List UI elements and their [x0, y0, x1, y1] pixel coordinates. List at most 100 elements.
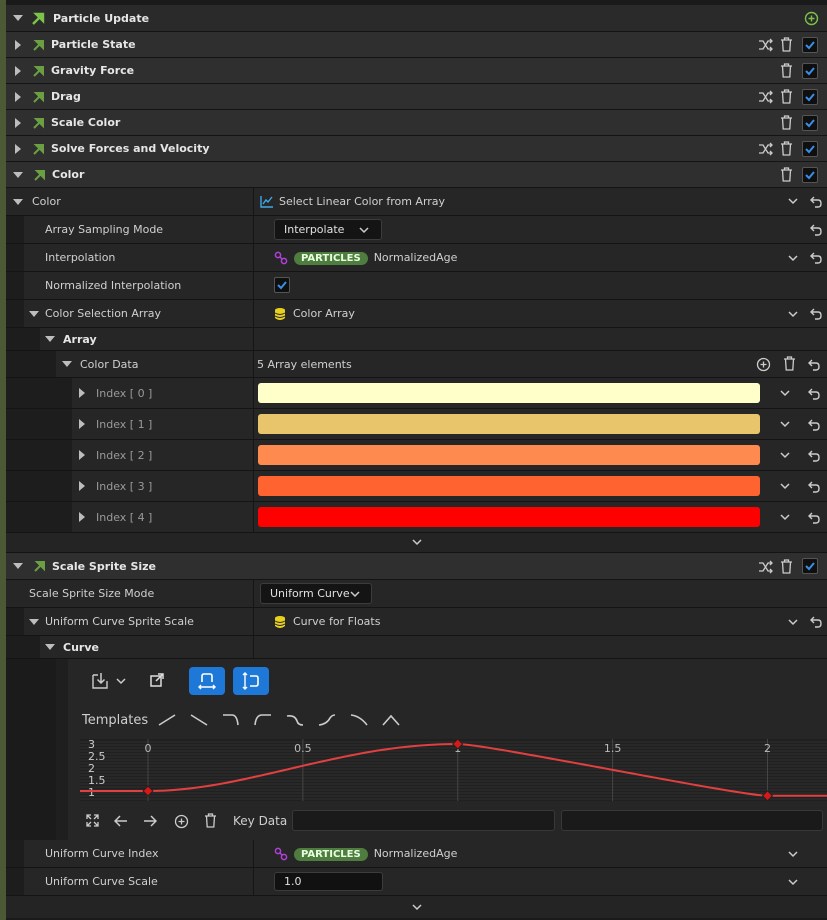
- module-enabled-checkbox[interactable]: [802, 141, 818, 157]
- chevron-down-icon[interactable]: [411, 539, 422, 546]
- trash-icon[interactable]: [780, 37, 793, 52]
- add-key-icon[interactable]: [174, 814, 189, 829]
- add-element-icon[interactable]: [756, 357, 771, 372]
- chevron-down-icon[interactable]: [780, 390, 790, 397]
- module-row-scale-color[interactable]: Scale Color: [6, 110, 827, 136]
- delete-key-icon[interactable]: [204, 813, 217, 828]
- module-row-gravity-force[interactable]: Gravity Force: [6, 58, 827, 84]
- template-ease-in-out-down-icon[interactable]: [222, 714, 240, 726]
- key-value-field[interactable]: [561, 810, 823, 831]
- trash-icon[interactable]: [780, 559, 793, 574]
- chevron-down-icon[interactable]: [780, 421, 790, 428]
- curve-graph[interactable]: 32.521.51 00.511.52: [80, 739, 827, 801]
- expand-arrow-icon[interactable]: [15, 39, 21, 50]
- next-key-icon[interactable]: [143, 815, 157, 827]
- sprite-mode-dropdown[interactable]: Uniform Curve: [260, 583, 372, 604]
- reset-arrow-icon[interactable]: [808, 388, 820, 400]
- particle-update-header[interactable]: Particle Update: [6, 5, 827, 32]
- module-enabled-checkbox[interactable]: [802, 167, 818, 183]
- reset-arrow-icon[interactable]: [808, 450, 820, 462]
- reset-arrow-icon[interactable]: [808, 359, 820, 371]
- trash-icon[interactable]: [780, 141, 793, 156]
- prop-value[interactable]: Curve for Floats: [293, 615, 380, 628]
- module-row-color[interactable]: Color: [6, 162, 827, 188]
- expand-arrow-icon[interactable]: [79, 419, 85, 429]
- collapse-arrow-icon[interactable]: [13, 15, 23, 21]
- template-ease-in-out-up-icon[interactable]: [254, 714, 272, 726]
- module-enabled-checkbox[interactable]: [802, 63, 818, 79]
- reset-arrow-icon[interactable]: [810, 616, 822, 628]
- auto-frame-vertical-button[interactable]: [233, 667, 269, 695]
- chevron-down-icon[interactable]: [780, 452, 790, 459]
- chevron-down-icon[interactable]: [788, 619, 798, 626]
- color-swatch[interactable]: [258, 414, 760, 434]
- expand-arrow-icon[interactable]: [79, 512, 85, 522]
- trash-icon[interactable]: [780, 167, 793, 182]
- chevron-down-icon[interactable]: [788, 311, 798, 318]
- chevron-down-icon[interactable]: [788, 255, 798, 262]
- module-enabled-checkbox[interactable]: [802, 558, 818, 574]
- chevron-down-icon[interactable]: [411, 903, 422, 911]
- module-enabled-checkbox[interactable]: [802, 37, 818, 53]
- collapse-arrow-icon[interactable]: [13, 563, 23, 569]
- color-swatch[interactable]: [258, 445, 760, 465]
- chevron-down-icon[interactable]: [116, 678, 126, 685]
- expand-arrow-icon[interactable]: [79, 388, 85, 398]
- module-row-solve-forces[interactable]: Solve Forces and Velocity: [6, 136, 827, 162]
- collapse-arrow-icon[interactable]: [45, 336, 55, 342]
- auto-frame-horizontal-button[interactable]: [189, 667, 225, 695]
- module-row-particle-state[interactable]: Particle State: [6, 32, 827, 58]
- interpolation-binding[interactable]: PARTICLES NormalizedAge: [294, 251, 457, 265]
- reset-arrow-icon[interactable]: [810, 308, 822, 320]
- expand-more-bar[interactable]: [6, 896, 827, 918]
- expand-arrow-icon[interactable]: [15, 117, 21, 128]
- fit-view-icon[interactable]: [86, 814, 99, 827]
- shuffle-icon[interactable]: [758, 142, 773, 156]
- chevron-down-icon[interactable]: [788, 879, 798, 886]
- expand-more-bar[interactable]: [6, 533, 827, 553]
- collapse-arrow-icon[interactable]: [62, 361, 72, 367]
- collapse-arrow-icon[interactable]: [29, 619, 39, 625]
- key-time-field[interactable]: [292, 810, 555, 831]
- color-swatch[interactable]: [258, 383, 760, 403]
- curve-index-binding[interactable]: PARTICLES NormalizedAge: [294, 847, 457, 861]
- collapse-arrow-icon[interactable]: [13, 171, 23, 178]
- expand-arrow-icon[interactable]: [15, 65, 21, 76]
- template-smooth-down-icon[interactable]: [286, 714, 304, 726]
- reset-arrow-icon[interactable]: [808, 481, 820, 493]
- expand-arrow-icon[interactable]: [79, 481, 85, 491]
- collapse-arrow-icon[interactable]: [45, 644, 55, 650]
- color-swatch[interactable]: [258, 507, 760, 527]
- curve-import-icon[interactable]: [90, 671, 112, 691]
- prop-value[interactable]: Select Linear Color from Array: [279, 195, 445, 208]
- collapse-arrow-icon[interactable]: [13, 198, 23, 205]
- chevron-down-icon[interactable]: [780, 483, 790, 490]
- trash-icon[interactable]: [780, 89, 793, 104]
- module-enabled-checkbox[interactable]: [802, 89, 818, 105]
- template-linear-up-icon[interactable]: [158, 714, 176, 726]
- reset-arrow-icon[interactable]: [810, 224, 822, 236]
- reset-arrow-icon[interactable]: [810, 196, 822, 208]
- prop-value[interactable]: Color Array: [293, 307, 355, 320]
- expand-arrow-icon[interactable]: [79, 450, 85, 460]
- collapse-arrow-icon[interactable]: [29, 311, 39, 317]
- module-row-scale-sprite-size[interactable]: Scale Sprite Size: [6, 553, 827, 580]
- reset-arrow-icon[interactable]: [810, 252, 822, 264]
- module-enabled-checkbox[interactable]: [802, 115, 818, 131]
- shuffle-icon[interactable]: [758, 560, 773, 574]
- expand-arrow-icon[interactable]: [15, 143, 21, 154]
- chevron-down-icon[interactable]: [788, 851, 798, 858]
- trash-icon[interactable]: [780, 63, 793, 78]
- add-module-icon[interactable]: [804, 11, 819, 26]
- chevron-down-icon[interactable]: [788, 198, 798, 205]
- trash-icon[interactable]: [780, 115, 793, 130]
- curve-scale-input[interactable]: 1.0: [274, 872, 383, 891]
- template-ease-down-icon[interactable]: [350, 714, 368, 726]
- trash-icon[interactable]: [783, 356, 796, 371]
- template-peak-icon[interactable]: [382, 714, 400, 726]
- template-linear-down-icon[interactable]: [190, 714, 208, 726]
- reset-arrow-icon[interactable]: [808, 512, 820, 524]
- template-smooth-up-icon[interactable]: [318, 714, 336, 726]
- reset-arrow-icon[interactable]: [808, 419, 820, 431]
- previous-key-icon[interactable]: [114, 815, 128, 827]
